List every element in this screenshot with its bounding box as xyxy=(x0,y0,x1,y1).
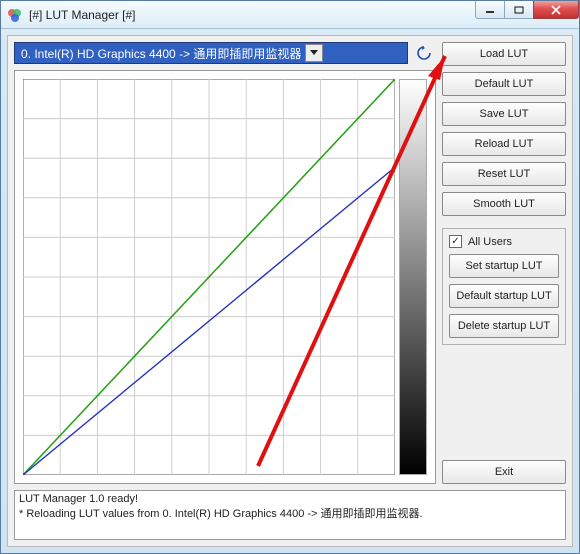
startup-group: ✓ All Users Set startup LUT Default star… xyxy=(442,228,566,345)
refresh-button[interactable] xyxy=(412,42,436,64)
reload-lut-button[interactable]: Reload LUT xyxy=(442,132,566,156)
delete-startup-button[interactable]: Delete startup LUT xyxy=(449,314,559,338)
titlebar[interactable]: [#] LUT Manager [#] xyxy=(1,1,579,29)
default-lut-button[interactable]: Default LUT xyxy=(442,72,566,96)
window-controls xyxy=(476,1,579,28)
close-button[interactable] xyxy=(533,1,579,19)
gradient-bar xyxy=(399,79,427,475)
smooth-lut-button[interactable]: Smooth LUT xyxy=(442,192,566,216)
all-users-checkbox[interactable]: ✓ All Users xyxy=(449,235,559,248)
lut-chart-frame xyxy=(14,70,436,484)
log-output: LUT Manager 1.0 ready! * Reloading LUT v… xyxy=(14,490,566,540)
checkbox-icon: ✓ xyxy=(449,235,462,248)
save-lut-button[interactable]: Save LUT xyxy=(442,102,566,126)
app-window: [#] LUT Manager [#] 0. Intel(R) HD Graph… xyxy=(0,0,580,554)
maximize-button[interactable] xyxy=(504,1,534,19)
set-startup-button[interactable]: Set startup LUT xyxy=(449,254,559,278)
app-icon xyxy=(7,7,23,23)
default-startup-button[interactable]: Default startup LUT xyxy=(449,284,559,308)
lut-chart xyxy=(23,79,395,475)
exit-button[interactable]: Exit xyxy=(442,460,566,484)
device-dropdown[interactable]: 0. Intel(R) HD Graphics 4400 -> 通用即插即用监视… xyxy=(14,42,408,64)
all-users-label: All Users xyxy=(468,236,512,248)
device-selected: 0. Intel(R) HD Graphics 4400 -> 通用即插即用监视… xyxy=(21,45,301,62)
minimize-button[interactable] xyxy=(475,1,505,19)
window-title: [#] LUT Manager [#] xyxy=(29,8,476,22)
reset-lut-button[interactable]: Reset LUT xyxy=(442,162,566,186)
client-area: 0. Intel(R) HD Graphics 4400 -> 通用即插即用监视… xyxy=(7,35,573,547)
chevron-down-icon xyxy=(305,44,323,62)
load-lut-button[interactable]: Load LUT xyxy=(442,42,566,66)
